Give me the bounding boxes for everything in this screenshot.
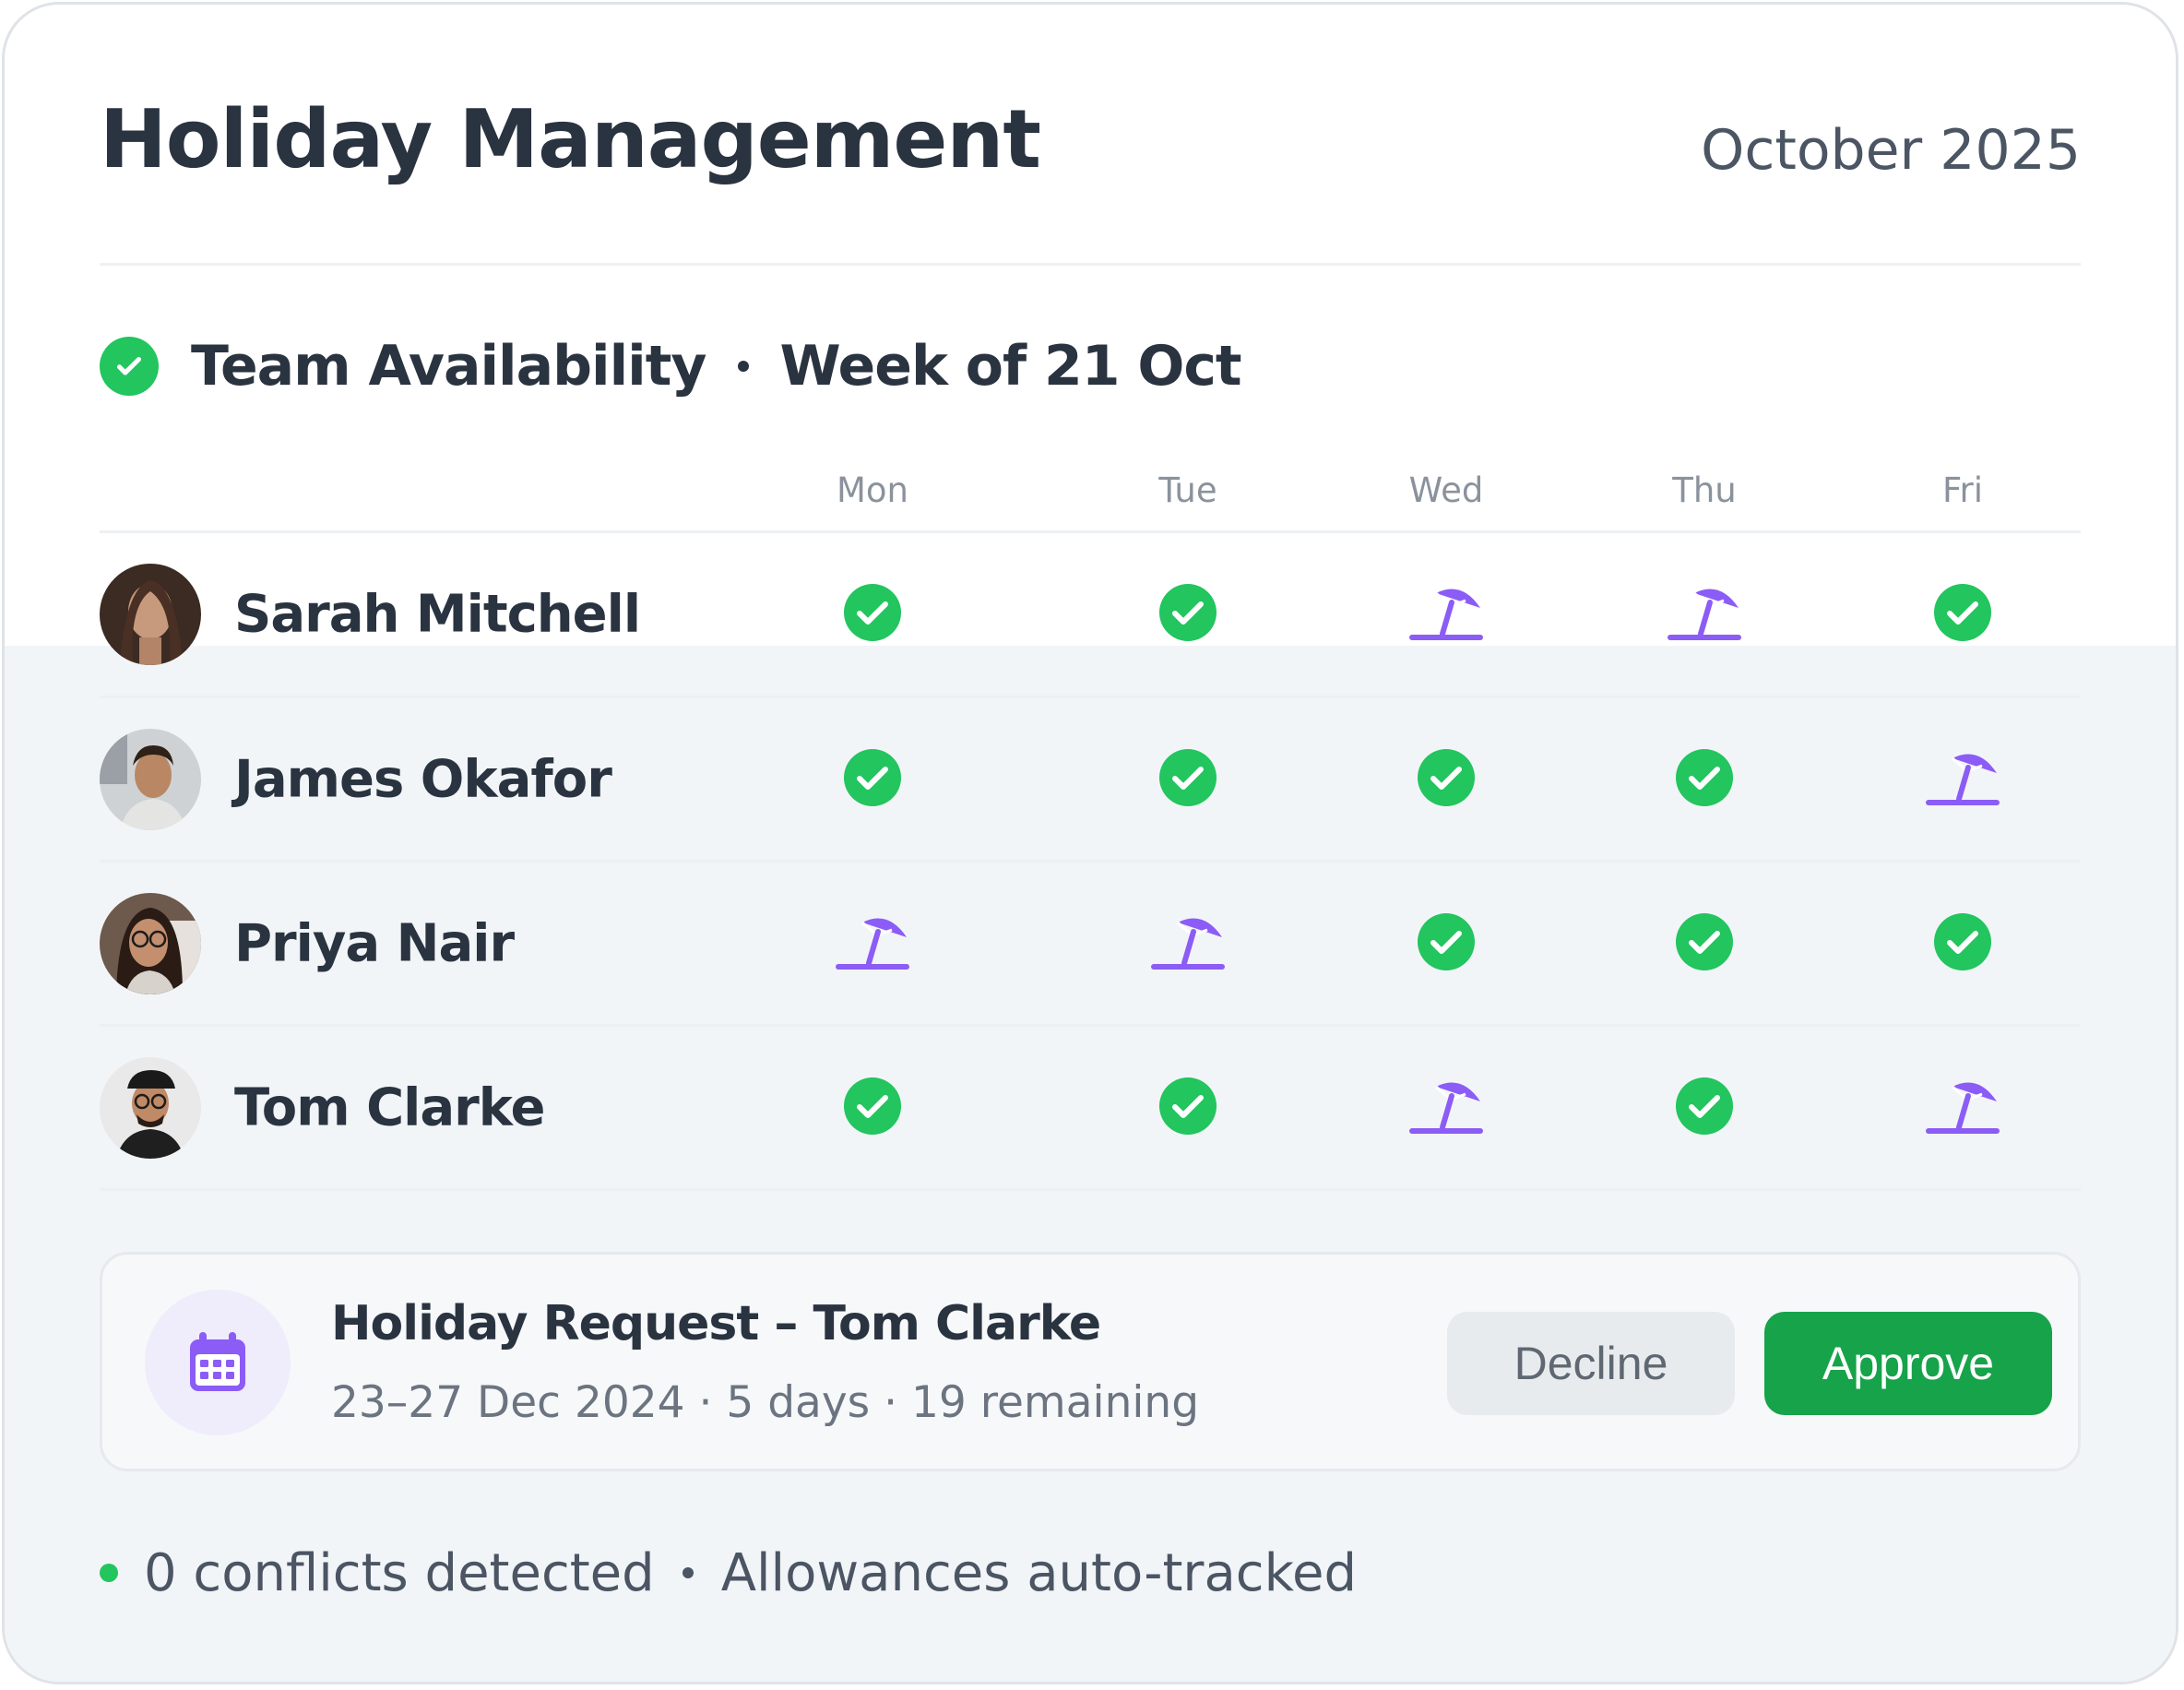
month-label: October 2025 bbox=[1701, 118, 2081, 183]
person-name: Sarah Mitchell bbox=[234, 584, 641, 645]
team-row: Sarah Mitchell bbox=[100, 533, 2081, 696]
conflicts-label: 0 conflicts detected bbox=[144, 1542, 655, 1603]
check-circle-icon bbox=[844, 749, 901, 810]
check-circle-icon bbox=[1676, 913, 1733, 974]
check-circle-icon bbox=[1676, 749, 1733, 810]
availability-cell bbox=[1666, 741, 1743, 818]
separator-dot bbox=[682, 1567, 694, 1578]
availability-cell bbox=[1666, 576, 1743, 653]
page-title: Holiday Management bbox=[100, 92, 1041, 186]
avatar bbox=[100, 729, 201, 830]
holiday-request-card: Holiday Request – Tom Clarke 23–27 Dec 2… bbox=[100, 1252, 2081, 1471]
section-heading: Team Availability Week of 21 Oct bbox=[100, 329, 1242, 403]
week-label: Week of 21 Oct bbox=[779, 334, 1242, 399]
availability-cell bbox=[834, 576, 911, 653]
check-circle-icon bbox=[844, 584, 901, 645]
check-circle-icon bbox=[1676, 1077, 1733, 1138]
beach-umbrella-icon bbox=[1408, 1076, 1484, 1140]
row-divider bbox=[100, 1188, 2081, 1191]
beach-umbrella-icon bbox=[1667, 582, 1742, 647]
request-details: 23–27 Dec 2024 · 5 days · 19 remaining bbox=[331, 1377, 1200, 1428]
holiday-management-card: Holiday Management October 2025 Team Ava… bbox=[2, 2, 2178, 1684]
availability-cell bbox=[834, 741, 911, 818]
check-circle-icon bbox=[1934, 913, 1991, 974]
availability-cell bbox=[1666, 1069, 1743, 1147]
check-circle-icon bbox=[1418, 749, 1475, 810]
allowances-label: Allowances auto-tracked bbox=[720, 1542, 1357, 1603]
availability-cell bbox=[1924, 741, 2001, 818]
availability-cell bbox=[1666, 905, 1743, 982]
section-title: Team Availability bbox=[191, 334, 707, 399]
approve-button[interactable]: Approve bbox=[1764, 1312, 2052, 1415]
footer-status: 0 conflicts detected Allowances auto-tra… bbox=[100, 1536, 1357, 1610]
availability-cell bbox=[834, 1069, 911, 1147]
beach-umbrella-icon bbox=[1925, 1076, 2000, 1140]
check-circle-icon bbox=[1934, 584, 1991, 645]
avatar bbox=[100, 564, 201, 665]
day-header-thu: Thu bbox=[1672, 470, 1737, 510]
availability-cell bbox=[1924, 576, 2001, 653]
availability-cell bbox=[1407, 741, 1485, 818]
availability-cell bbox=[1407, 1069, 1485, 1147]
team-row: Tom Clarke bbox=[100, 1027, 2081, 1189]
separator-dot bbox=[737, 361, 749, 372]
check-circle-icon bbox=[1159, 584, 1217, 645]
day-header-tue: Tue bbox=[1158, 470, 1217, 510]
availability-cell bbox=[1149, 741, 1227, 818]
beach-umbrella-icon bbox=[1408, 582, 1484, 647]
person-name: James Okafor bbox=[234, 749, 612, 810]
availability-cell bbox=[1149, 576, 1227, 653]
availability-cell bbox=[1149, 1069, 1227, 1147]
calendar-icon bbox=[145, 1290, 291, 1435]
team-row: Priya Nair bbox=[100, 863, 2081, 1025]
availability-cell bbox=[834, 905, 911, 982]
header-divider bbox=[100, 263, 2081, 266]
day-header-fri: Fri bbox=[1941, 470, 1984, 510]
availability-cell bbox=[1407, 905, 1485, 982]
availability-cell bbox=[1924, 905, 2001, 982]
check-circle-icon bbox=[1159, 1077, 1217, 1138]
beach-umbrella-icon bbox=[1925, 747, 2000, 812]
avatar bbox=[100, 893, 201, 994]
person-name: Tom Clarke bbox=[234, 1077, 545, 1138]
availability-cell bbox=[1149, 905, 1227, 982]
availability-cell bbox=[1924, 1069, 2001, 1147]
beach-umbrella-icon bbox=[1150, 911, 1226, 976]
check-circle-icon bbox=[100, 337, 159, 396]
check-circle-icon bbox=[1159, 749, 1217, 810]
person-name: Priya Nair bbox=[234, 913, 515, 974]
status-dot bbox=[100, 1564, 118, 1582]
availability-cell bbox=[1407, 576, 1485, 653]
day-header-mon: Mon bbox=[836, 470, 909, 510]
day-header-wed: Wed bbox=[1408, 470, 1484, 510]
check-circle-icon bbox=[844, 1077, 901, 1138]
team-row: James Okafor bbox=[100, 698, 2081, 861]
beach-umbrella-icon bbox=[835, 911, 910, 976]
avatar bbox=[100, 1057, 201, 1159]
decline-button[interactable]: Decline bbox=[1447, 1312, 1735, 1415]
request-title: Holiday Request – Tom Clarke bbox=[331, 1296, 1101, 1351]
header: Holiday Management October 2025 bbox=[100, 92, 2081, 194]
check-circle-icon bbox=[1418, 913, 1475, 974]
